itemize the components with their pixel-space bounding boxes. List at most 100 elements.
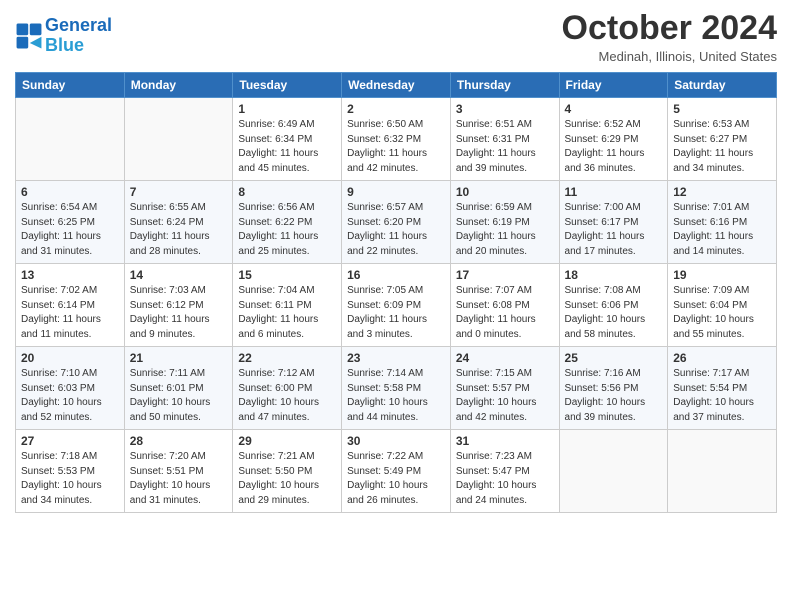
- calendar-cell: 2 Sunrise: 6:50 AMSunset: 6:32 PMDaylight…: [342, 98, 451, 181]
- day-number: 11: [565, 185, 663, 199]
- calendar-cell: [124, 98, 233, 181]
- calendar-cell: 13 Sunrise: 7:02 AMSunset: 6:14 PMDayligh…: [16, 264, 125, 347]
- day-info: Sunrise: 6:49 AMSunset: 6:34 PMDaylight:…: [238, 118, 336, 176]
- day-info: Sunrise: 7:17 AMSunset: 5:54 PMDaylight:…: [673, 367, 771, 425]
- day-number: 4: [565, 102, 663, 116]
- day-info: Sunrise: 7:01 AMSunset: 6:16 PMDaylight:…: [673, 201, 771, 259]
- day-info: Sunrise: 7:10 AMSunset: 6:03 PMDaylight:…: [21, 367, 119, 425]
- page-header: General Blue October 2024 Medinah, Illin…: [15, 10, 777, 64]
- day-info: Sunrise: 7:02 AMSunset: 6:14 PMDaylight:…: [21, 284, 119, 342]
- day-info: Sunrise: 6:55 AMSunset: 6:24 PMDaylight:…: [130, 201, 228, 259]
- calendar-cell: 27 Sunrise: 7:18 AMSunset: 5:53 PMDayligh…: [16, 430, 125, 513]
- calendar-cell: 5 Sunrise: 6:53 AMSunset: 6:27 PMDaylight…: [668, 98, 777, 181]
- day-number: 24: [456, 351, 554, 365]
- calendar-cell: 7 Sunrise: 6:55 AMSunset: 6:24 PMDaylight…: [124, 181, 233, 264]
- day-number: 7: [130, 185, 228, 199]
- day-info: Sunrise: 7:11 AMSunset: 6:01 PMDaylight:…: [130, 367, 228, 425]
- day-of-week-header: Sunday: [16, 73, 125, 98]
- calendar-cell: 30Sunrise: 7:22 AMSunset: 5:49 PMDayligh…: [342, 430, 451, 513]
- day-info: Sunrise: 6:56 AMSunset: 6:22 PMDaylight:…: [238, 201, 336, 259]
- calendar-cell: 18 Sunrise: 7:08 AMSunset: 6:06 PMDayligh…: [559, 264, 668, 347]
- day-info: Sunrise: 7:05 AMSunset: 6:09 PMDaylight:…: [347, 284, 445, 342]
- day-number: 26: [673, 351, 771, 365]
- calendar-table: SundayMondayTuesdayWednesdayThursdayFrid…: [15, 72, 777, 513]
- calendar-cell: 28Sunrise: 7:20 AMSunset: 5:51 PMDayligh…: [124, 430, 233, 513]
- day-number: 30: [347, 434, 445, 448]
- day-info: Sunrise: 7:09 AMSunset: 6:04 PMDaylight:…: [673, 284, 771, 342]
- day-number: 1: [238, 102, 336, 116]
- calendar-cell: 29Sunrise: 7:21 AMSunset: 5:50 PMDayligh…: [233, 430, 342, 513]
- day-info: Sunrise: 6:59 AMSunset: 6:19 PMDaylight:…: [456, 201, 554, 259]
- calendar-cell: 24 Sunrise: 7:15 AMSunset: 5:57 PMDayligh…: [450, 347, 559, 430]
- day-number: 10: [456, 185, 554, 199]
- day-number: 13: [21, 268, 119, 282]
- day-number: 15: [238, 268, 336, 282]
- logo-general: General: [45, 15, 112, 35]
- day-number: 22: [238, 351, 336, 365]
- day-info: Sunrise: 7:16 AMSunset: 5:56 PMDaylight:…: [565, 367, 663, 425]
- calendar-cell: 23Sunrise: 7:14 AMSunset: 5:58 PMDayligh…: [342, 347, 451, 430]
- calendar-cell: [16, 98, 125, 181]
- day-info: Sunrise: 7:14 AMSunset: 5:58 PMDaylight:…: [347, 367, 445, 425]
- day-number: 17: [456, 268, 554, 282]
- day-number: 21: [130, 351, 228, 365]
- calendar-cell: [668, 430, 777, 513]
- day-number: 25: [565, 351, 663, 365]
- calendar-cell: 8 Sunrise: 6:56 AMSunset: 6:22 PMDaylight…: [233, 181, 342, 264]
- calendar-cell: 20 Sunrise: 7:10 AMSunset: 6:03 PMDayligh…: [16, 347, 125, 430]
- day-of-week-header: Tuesday: [233, 73, 342, 98]
- day-of-week-header: Monday: [124, 73, 233, 98]
- calendar-cell: 11 Sunrise: 7:00 AMSunset: 6:17 PMDayligh…: [559, 181, 668, 264]
- day-number: 28: [130, 434, 228, 448]
- calendar-cell: 12 Sunrise: 7:01 AMSunset: 6:16 PMDayligh…: [668, 181, 777, 264]
- day-number: 9: [347, 185, 445, 199]
- calendar-cell: 22 Sunrise: 7:12 AMSunset: 6:00 PMDayligh…: [233, 347, 342, 430]
- day-number: 14: [130, 268, 228, 282]
- calendar-cell: 16Sunrise: 7:05 AMSunset: 6:09 PMDayligh…: [342, 264, 451, 347]
- day-header-row: SundayMondayTuesdayWednesdayThursdayFrid…: [16, 73, 777, 98]
- day-info: Sunrise: 7:18 AMSunset: 5:53 PMDaylight:…: [21, 450, 119, 508]
- day-of-week-header: Friday: [559, 73, 668, 98]
- day-number: 12: [673, 185, 771, 199]
- day-info: Sunrise: 7:15 AMSunset: 5:57 PMDaylight:…: [456, 367, 554, 425]
- calendar-cell: 17 Sunrise: 7:07 AMSunset: 6:08 PMDayligh…: [450, 264, 559, 347]
- day-of-week-header: Wednesday: [342, 73, 451, 98]
- day-number: 8: [238, 185, 336, 199]
- day-info: Sunrise: 7:12 AMSunset: 6:00 PMDaylight:…: [238, 367, 336, 425]
- calendar-cell: [559, 430, 668, 513]
- month-title: October 2024: [562, 10, 777, 47]
- calendar-cell: 14 Sunrise: 7:03 AMSunset: 6:12 PMDayligh…: [124, 264, 233, 347]
- calendar-week-row: 6Sunrise: 6:54 AMSunset: 6:25 PMDaylight…: [16, 181, 777, 264]
- day-info: Sunrise: 6:54 AMSunset: 6:25 PMDaylight:…: [21, 201, 119, 259]
- day-number: 5: [673, 102, 771, 116]
- day-info: Sunrise: 7:21 AMSunset: 5:50 PMDaylight:…: [238, 450, 336, 508]
- day-number: 31: [456, 434, 554, 448]
- day-number: 20: [21, 351, 119, 365]
- day-number: 27: [21, 434, 119, 448]
- logo-text: General Blue: [45, 16, 112, 56]
- calendar-week-row: 13 Sunrise: 7:02 AMSunset: 6:14 PMDayligh…: [16, 264, 777, 347]
- calendar-cell: 25 Sunrise: 7:16 AMSunset: 5:56 PMDayligh…: [559, 347, 668, 430]
- calendar-cell: 26 Sunrise: 7:17 AMSunset: 5:54 PMDayligh…: [668, 347, 777, 430]
- day-info: Sunrise: 7:03 AMSunset: 6:12 PMDaylight:…: [130, 284, 228, 342]
- calendar-cell: 3Sunrise: 6:51 AMSunset: 6:31 PMDaylight…: [450, 98, 559, 181]
- day-info: Sunrise: 6:50 AMSunset: 6:32 PMDaylight:…: [347, 118, 445, 176]
- calendar-cell: 10 Sunrise: 6:59 AMSunset: 6:19 PMDayligh…: [450, 181, 559, 264]
- calendar-cell: 4Sunrise: 6:52 AMSunset: 6:29 PMDaylight…: [559, 98, 668, 181]
- location: Medinah, Illinois, United States: [562, 49, 777, 64]
- day-number: 3: [456, 102, 554, 116]
- day-number: 18: [565, 268, 663, 282]
- calendar-week-row: 1 Sunrise: 6:49 AMSunset: 6:34 PMDaylight…: [16, 98, 777, 181]
- day-info: Sunrise: 6:53 AMSunset: 6:27 PMDaylight:…: [673, 118, 771, 176]
- logo-blue: Blue: [45, 35, 84, 55]
- day-info: Sunrise: 7:07 AMSunset: 6:08 PMDaylight:…: [456, 284, 554, 342]
- calendar-week-row: 27 Sunrise: 7:18 AMSunset: 5:53 PMDayligh…: [16, 430, 777, 513]
- day-info: Sunrise: 6:57 AMSunset: 6:20 PMDaylight:…: [347, 201, 445, 259]
- logo-icon: [15, 22, 43, 50]
- day-info: Sunrise: 7:08 AMSunset: 6:06 PMDaylight:…: [565, 284, 663, 342]
- day-number: 2: [347, 102, 445, 116]
- day-info: Sunrise: 7:00 AMSunset: 6:17 PMDaylight:…: [565, 201, 663, 259]
- calendar-cell: 21 Sunrise: 7:11 AMSunset: 6:01 PMDayligh…: [124, 347, 233, 430]
- calendar-page: General Blue October 2024 Medinah, Illin…: [0, 0, 792, 612]
- day-number: 19: [673, 268, 771, 282]
